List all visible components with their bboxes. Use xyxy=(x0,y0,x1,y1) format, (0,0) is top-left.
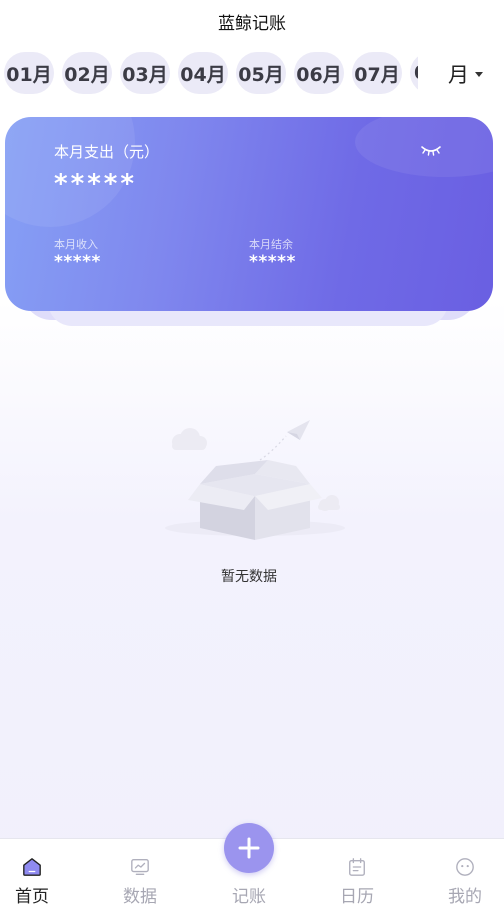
caret-down-icon xyxy=(475,71,483,77)
month-chip-03[interactable]: 03月 xyxy=(120,52,170,94)
period-value: 月 xyxy=(448,63,469,87)
nav-data[interactable]: 数据 xyxy=(108,857,172,907)
month-selector[interactable]: 01月 02月 03月 04月 05月 06月 07月 0 xyxy=(0,52,418,94)
balance-amount: ***** xyxy=(249,252,296,272)
plus-icon xyxy=(238,837,260,859)
nav-record-label: 记账 xyxy=(232,887,266,907)
month-chip-06[interactable]: 06月 xyxy=(294,52,344,94)
balance-label: 本月结余 xyxy=(249,238,293,251)
empty-state-text: 暂无数据 xyxy=(221,569,277,585)
month-chip-04[interactable]: 04月 xyxy=(178,52,228,94)
nav-data-label: 数据 xyxy=(123,887,157,907)
monthly-summary-card: 本月支出（元） ***** 本月收入 ***** 本月结余 ***** xyxy=(5,117,493,311)
month-chip-08[interactable]: 0 xyxy=(410,52,418,94)
app-page: 蓝鲸记账 01月 02月 03月 04月 05月 06月 07月 0 月 本月支… xyxy=(0,0,504,911)
month-chip-05[interactable]: 05月 xyxy=(236,52,286,94)
face-icon xyxy=(456,858,474,876)
period-dropdown[interactable]: 月 xyxy=(448,56,483,92)
eye-closed-icon[interactable] xyxy=(419,143,443,159)
expense-label: 本月支出（元） xyxy=(54,143,160,161)
income-label: 本月收入 xyxy=(54,238,98,251)
expense-amount: ***** xyxy=(54,169,137,199)
nav-mine[interactable]: 我的 xyxy=(433,857,497,907)
nav-calendar[interactable]: 日历 xyxy=(325,857,389,907)
empty-box-illustration xyxy=(165,420,345,540)
chart-icon xyxy=(131,859,149,875)
calendar-icon xyxy=(349,858,365,876)
nav-home[interactable]: 首页 xyxy=(0,857,64,907)
page-title: 蓝鲸记账 xyxy=(0,0,504,42)
nav-home-label: 首页 xyxy=(15,887,49,907)
month-chip-02[interactable]: 02月 xyxy=(62,52,112,94)
add-record-button[interactable] xyxy=(224,823,274,873)
income-amount: ***** xyxy=(54,252,101,272)
nav-mine-label: 我的 xyxy=(448,887,482,907)
home-icon xyxy=(23,858,41,876)
nav-calendar-label: 日历 xyxy=(340,887,374,907)
month-chip-01[interactable]: 01月 xyxy=(4,52,54,94)
month-chip-07[interactable]: 07月 xyxy=(352,52,402,94)
